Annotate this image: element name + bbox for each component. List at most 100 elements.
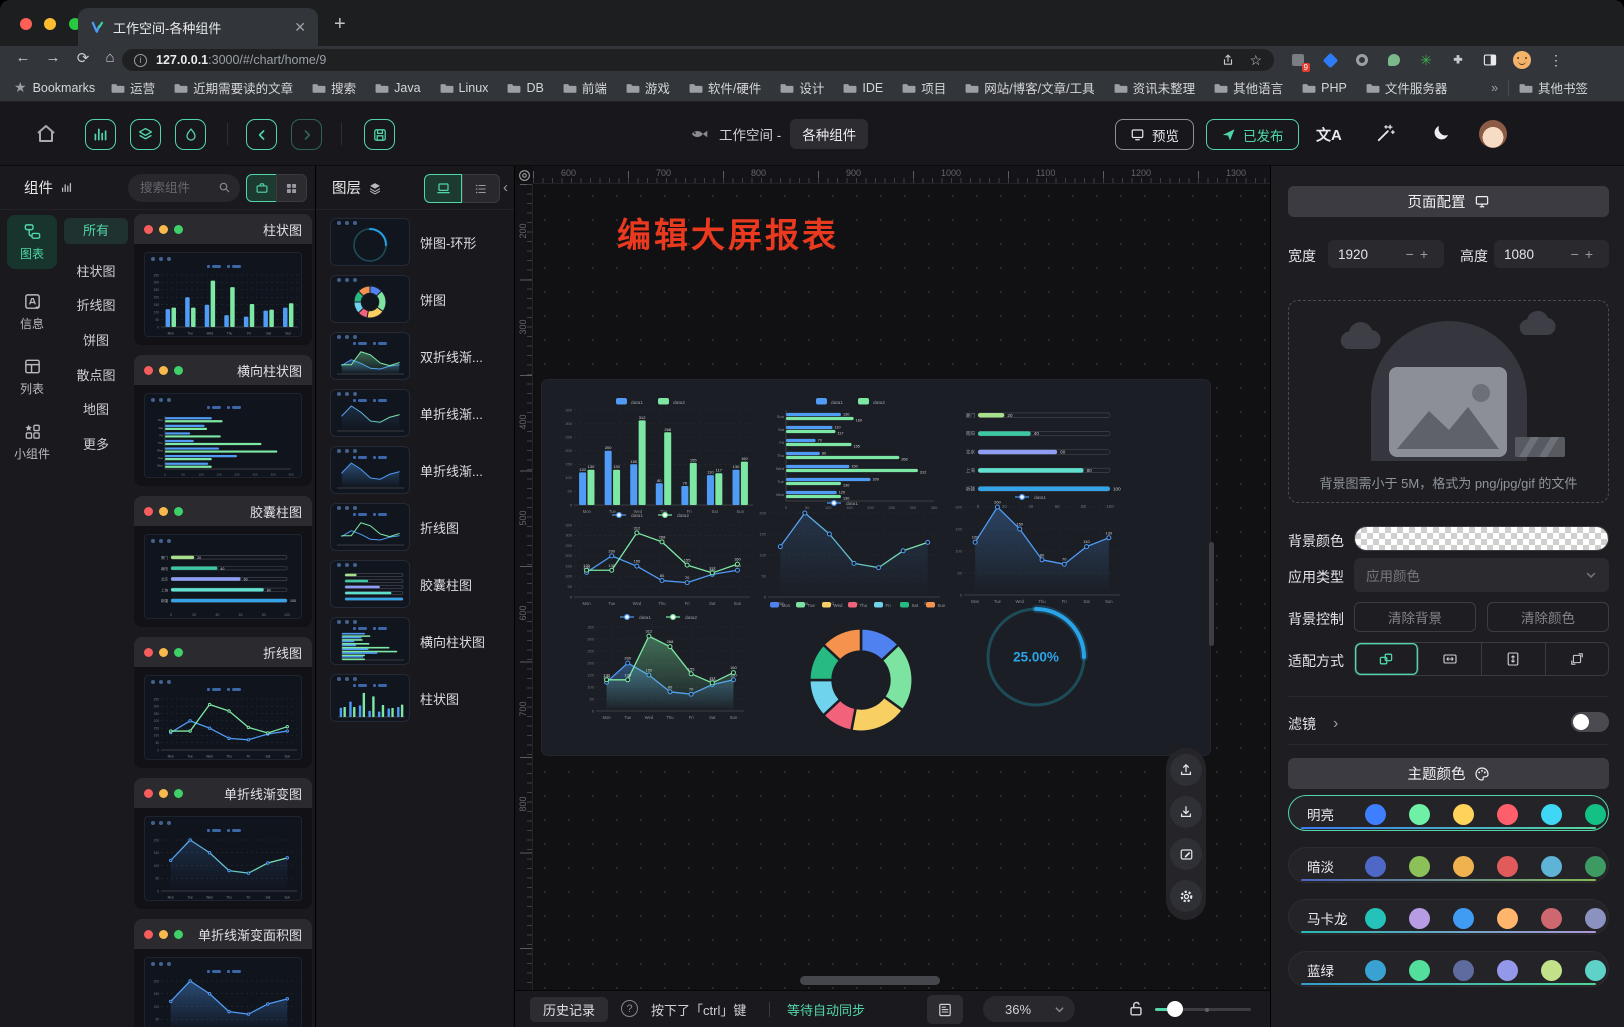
home-icon[interactable]: ⌂ — [99, 49, 121, 66]
filter-expand-chevron[interactable]: › — [1333, 715, 1338, 733]
fit-height-option[interactable] — [1482, 643, 1546, 675]
dashboard-chart-hbar[interactable]: data1data2Sun130160Sat110117Fri70155Thu8… — [766, 394, 950, 512]
rail-item-信息[interactable]: 信息 — [7, 285, 57, 339]
app-type-select[interactable]: 应用颜色 — [1354, 558, 1609, 592]
layer-item[interactable]: 饼图 — [316, 272, 514, 326]
filter-toggle[interactable] — [1571, 712, 1609, 732]
browser-menu-icon[interactable]: ⋮ — [1546, 50, 1566, 70]
collapse-panel-icon[interactable]: ‹ — [503, 179, 508, 196]
layer-item[interactable]: 折线图 — [316, 500, 514, 554]
translate-icon[interactable]: 文A — [1316, 124, 1342, 145]
theme-row-蓝绿[interactable]: 蓝绿 — [1288, 951, 1609, 987]
stepper-minus-plus-icons[interactable]: −+ — [1571, 246, 1599, 262]
dashboard-title-text[interactable]: 编辑大屏报表 — [617, 208, 839, 257]
lock-icon[interactable] — [1127, 999, 1145, 1018]
dial-extension-icon[interactable] — [1352, 50, 1372, 70]
edit-button[interactable] — [1170, 838, 1202, 870]
canvas-horizontal-scrollbar[interactable] — [800, 976, 940, 985]
category-柱状图[interactable]: 柱状图 — [64, 259, 128, 285]
other-bookmarks-folder[interactable]: 其他书签 — [1519, 78, 1588, 97]
rail-item-图表[interactable]: 图表 — [7, 215, 57, 269]
forward-icon[interactable]: → — [42, 49, 64, 66]
help-icon[interactable]: ? — [621, 1000, 638, 1017]
reload-icon[interactable]: ⟳ — [72, 49, 94, 67]
save-button[interactable] — [364, 119, 395, 150]
clear-background-button[interactable]: 清除背景 — [1354, 602, 1476, 632]
history-button[interactable]: 历史记录 — [530, 997, 608, 1022]
component-card[interactable]: 柱状图050100150200250300350MonTueWedThuFriS… — [134, 214, 312, 345]
publish-button[interactable]: 已发布 — [1206, 119, 1299, 150]
redo-button[interactable] — [291, 119, 322, 150]
dashboard-chart-line2[interactable]: data1data2050100150200250300350120200150… — [558, 508, 758, 608]
theme-row-明亮[interactable]: 明亮 — [1288, 795, 1609, 831]
extension-badge-icon[interactable]: 9 — [1288, 50, 1308, 70]
share-icon[interactable] — [1221, 53, 1235, 67]
dashboard-chart-line1g[interactable]: data1050100150200MonTueWedThuFriSatSun — [752, 496, 948, 608]
leaf-extension-icon[interactable] — [1384, 50, 1404, 70]
bookmark-folder[interactable]: PHP — [1302, 81, 1347, 95]
fit-stretch-option[interactable] — [1546, 643, 1609, 675]
bookmark-folder[interactable]: 前端 — [563, 78, 607, 97]
width-stepper[interactable]: 1920−+ — [1328, 240, 1444, 268]
layer-item[interactable]: 单折线渐... — [316, 443, 514, 497]
canvas-vertical-scrollbar[interactable] — [1209, 542, 1214, 646]
page-config-header[interactable]: 页面配置 — [1288, 186, 1609, 217]
layers-toggle-button[interactable] — [130, 119, 161, 150]
bookmark-folder[interactable]: 设计 — [780, 78, 824, 97]
bookmark-folder[interactable]: 资讯未整理 — [1114, 78, 1196, 97]
dashboard-chart-bar[interactable]: data1data2050100150200250300350120200150… — [558, 394, 758, 516]
bookmark-folder[interactable]: Java — [375, 81, 420, 95]
category-所有[interactable]: 所有 — [64, 218, 128, 244]
bookmarks-label[interactable]: Bookmarks — [33, 81, 96, 95]
export-button[interactable] — [1170, 754, 1202, 786]
bookmark-folder[interactable]: DB — [507, 81, 543, 95]
bookmarks-overflow-icon[interactable]: » — [1491, 81, 1498, 95]
bookmark-folder[interactable]: 网站/博客/文章/工具 — [965, 78, 1094, 97]
sidepanel-icon[interactable] — [1480, 50, 1500, 70]
theme-row-马卡龙[interactable]: 马卡龙 — [1288, 899, 1609, 935]
zoom-level-select[interactable]: 36% — [983, 996, 1075, 1022]
settings-gear-icon[interactable] — [1170, 880, 1202, 912]
dashboard-chart-line1[interactable]: data10501001502001202001508070110130MonT… — [948, 490, 1128, 606]
undo-button[interactable] — [246, 119, 277, 150]
single-view-toggle[interactable] — [246, 174, 277, 202]
gem-extension-icon[interactable] — [1320, 50, 1340, 70]
bookmark-folder[interactable]: 文件服务器 — [1366, 78, 1448, 97]
bg-color-swatch[interactable] — [1354, 526, 1609, 551]
bookmark-folder[interactable]: 项目 — [902, 78, 946, 97]
workspace-name-badge[interactable]: 各种组件 — [790, 119, 868, 149]
layer-item[interactable]: 双折线渐... — [316, 329, 514, 383]
theme-color-header[interactable]: 主题颜色 — [1288, 758, 1609, 789]
bookmark-folder[interactable]: 软件/硬件 — [689, 78, 761, 97]
dashboard-chart-pie[interactable]: MonTueWedThuFriSatSun — [764, 596, 958, 748]
readme-panel-button[interactable] — [927, 995, 963, 1024]
grid-view-toggle[interactable] — [276, 174, 307, 202]
new-tab-button[interactable]: + — [334, 14, 346, 34]
import-button[interactable] — [1170, 796, 1202, 828]
bookmark-folder[interactable]: 运营 — [111, 78, 155, 97]
minimize-window-button[interactable] — [44, 18, 56, 30]
magic-wand-icon[interactable] — [1376, 123, 1396, 143]
stepper-minus-plus-icons[interactable]: −+ — [1406, 246, 1434, 262]
back-icon[interactable]: ← — [12, 49, 34, 66]
user-avatar[interactable] — [1479, 120, 1507, 148]
height-stepper[interactable]: 1080−+ — [1494, 240, 1609, 268]
bookmark-folder[interactable]: Linux — [440, 81, 489, 95]
background-upload-area[interactable]: 背景图需小于 5M，格式为 png/jpg/gif 的文件 — [1288, 300, 1609, 503]
category-更多[interactable]: 更多 — [64, 432, 128, 458]
bookmark-folder[interactable]: 搜索 — [312, 78, 356, 97]
category-散点图[interactable]: 散点图 — [64, 363, 128, 389]
bookmark-folder[interactable]: 其他语言 — [1214, 78, 1283, 97]
theme-row-暗淡[interactable]: 暗淡 — [1288, 847, 1609, 883]
details-toggle-button[interactable] — [175, 119, 206, 150]
category-地图[interactable]: 地图 — [64, 397, 128, 423]
tab-close-icon[interactable]: ✕ — [294, 19, 306, 36]
rail-item-列表[interactable]: 列表 — [7, 350, 57, 404]
dashboard-chart-ring[interactable]: 25.00% — [978, 600, 1094, 714]
site-info-icon[interactable]: i — [134, 54, 147, 67]
dashboard-preview[interactable]: data1data2050100150200250300350120200150… — [542, 380, 1210, 755]
profile-avatar[interactable] — [1512, 50, 1532, 70]
component-card[interactable]: 折线图050100150200250300350MonTueWedThuFriS… — [134, 637, 312, 768]
fit-width-option[interactable] — [1419, 643, 1483, 675]
app-home-icon[interactable] — [34, 122, 58, 146]
